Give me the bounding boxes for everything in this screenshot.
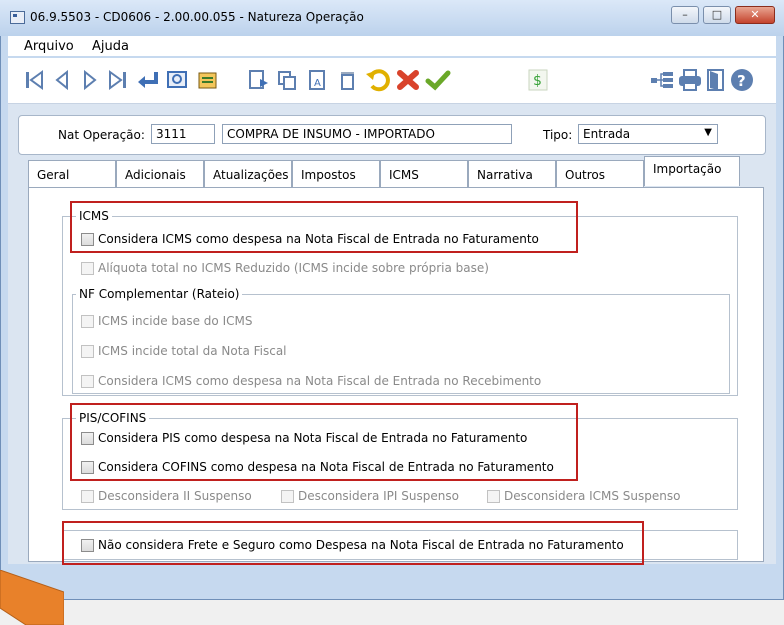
minimize-button[interactable]: – [671, 6, 699, 24]
desconsidera-icms-checkbox[interactable] [487, 490, 500, 503]
currency-icon[interactable]: $ [524, 66, 552, 94]
status-area [0, 600, 784, 625]
desconsidera-ii-label[interactable]: Desconsidera II Suspenso [98, 489, 252, 503]
first-record-icon[interactable] [20, 66, 48, 94]
svg-text:?: ? [737, 72, 746, 90]
desconsidera-ipi-label[interactable]: Desconsidera IPI Suspenso [298, 489, 459, 503]
next-record-icon[interactable] [76, 66, 104, 94]
highlight-pis-cofins [70, 403, 578, 481]
icms-incide-total-checkbox[interactable] [81, 345, 94, 358]
tab-adicionais[interactable]: Adicionais [116, 160, 204, 188]
icms-despesa-recebimento-label[interactable]: Considera ICMS como despesa na Nota Fisc… [98, 374, 541, 388]
add-icon[interactable] [244, 66, 272, 94]
icms-despesa-recebimento-checkbox[interactable] [81, 375, 94, 388]
highlight-frete [62, 521, 644, 565]
tab-atualizacoes[interactable]: Atualizações [204, 160, 292, 188]
delete-icon[interactable] [334, 66, 362, 94]
nat-operacao-desc-field[interactable]: COMPRA DE INSUMO - IMPORTADO [222, 124, 512, 144]
list-icon[interactable] [194, 66, 222, 94]
confirm-icon[interactable] [424, 66, 452, 94]
tipo-label: Tipo: [543, 128, 573, 142]
chevron-down-icon: ▼ [704, 127, 712, 138]
callout-arrow-icon [0, 570, 64, 625]
tab-impostos[interactable]: Impostos [292, 160, 380, 188]
cancel-icon[interactable] [394, 66, 422, 94]
exit-icon[interactable] [702, 66, 730, 94]
icms-incide-base-checkbox[interactable] [81, 315, 94, 328]
search-icon[interactable] [164, 66, 192, 94]
tab-icms[interactable]: ICMS [380, 160, 468, 188]
print-icon[interactable] [676, 66, 704, 94]
highlight-icms [70, 201, 578, 253]
desconsidera-icms-label[interactable]: Desconsidera ICMS Suspenso [504, 489, 680, 503]
undo-icon[interactable] [364, 66, 392, 94]
tab-importacao[interactable]: Importação [644, 156, 740, 186]
close-button[interactable]: ✕ [735, 6, 775, 24]
tab-outros[interactable]: Outros [556, 160, 644, 188]
copy-icon[interactable] [274, 66, 302, 94]
desconsidera-ii-checkbox[interactable] [81, 490, 94, 503]
tab-geral[interactable]: Geral [28, 160, 116, 188]
aliquota-total-label[interactable]: Alíquota total no ICMS Reduzido (ICMS in… [98, 261, 489, 275]
window-title: 06.9.5503 - CD0606 - 2.00.00.055 - Natur… [30, 10, 364, 24]
last-record-icon[interactable] [104, 66, 132, 94]
nat-operacao-label: Nat Operação: [58, 128, 145, 142]
svg-text:A: A [314, 78, 321, 89]
nat-operacao-code-field[interactable]: 3111 [151, 124, 215, 144]
icms-incide-total-label[interactable]: ICMS incide total da Nota Fiscal [98, 344, 287, 358]
restore-button[interactable]: □ [703, 6, 731, 24]
edit-icon[interactable]: A [304, 66, 332, 94]
nf-complementar-title: NF Complementar (Rateio) [76, 287, 243, 301]
previous-record-icon[interactable] [48, 66, 76, 94]
app-icon [10, 11, 25, 24]
icms-incide-base-label[interactable]: ICMS incide base do ICMS [98, 314, 252, 328]
help-icon[interactable]: ? [728, 66, 756, 94]
svg-text:$: $ [533, 73, 542, 89]
desconsidera-ipi-checkbox[interactable] [281, 490, 294, 503]
tipo-select-value: Entrada [583, 127, 631, 141]
tipo-select[interactable]: Entrada ▼ [578, 124, 718, 144]
tree-icon[interactable] [648, 66, 676, 94]
menu-ajuda[interactable]: Ajuda [92, 39, 129, 54]
menu-arquivo[interactable]: Arquivo [24, 39, 74, 54]
goto-icon[interactable] [134, 66, 162, 94]
aliquota-total-checkbox[interactable] [81, 262, 94, 275]
tab-narrativa[interactable]: Narrativa [468, 160, 556, 188]
